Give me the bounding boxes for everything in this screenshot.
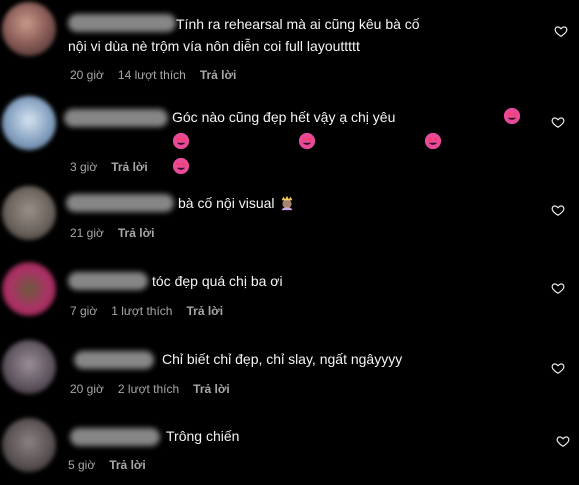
comment-time: 5 giờ <box>68 458 96 472</box>
username-redacted[interactable] <box>68 272 148 290</box>
comment-text-body: bà cố nội visual <box>178 195 275 211</box>
comment-text: tóc đẹp quá chị ba ơi <box>152 273 283 289</box>
heart-icon[interactable] <box>551 361 565 375</box>
comment-text: Trông chiến <box>166 428 240 444</box>
avatar[interactable] <box>2 96 56 150</box>
username-redacted[interactable] <box>70 428 160 446</box>
comment-text: bà cố nội visual <box>178 192 296 217</box>
like-count[interactable]: 1 lượt thích <box>111 304 172 318</box>
avatar[interactable] <box>2 418 56 472</box>
avatar[interactable] <box>2 340 56 394</box>
reply-button[interactable]: Trả lời <box>186 304 223 318</box>
heart-icon[interactable] <box>556 434 570 448</box>
comment-meta: 20 giờ 14 lượt thích Trả lời <box>70 68 250 82</box>
username-redacted[interactable] <box>66 194 174 212</box>
comment-meta: 3 giờ Trả lời <box>70 160 162 174</box>
heart-icon[interactable] <box>551 203 565 217</box>
username-redacted[interactable] <box>74 351 154 369</box>
reply-button[interactable]: Trả lời <box>111 160 148 174</box>
reply-button[interactable]: Trả lời <box>118 226 155 240</box>
comment-meta: 5 giờ Trả lời <box>68 458 160 472</box>
avatar[interactable] <box>2 262 56 316</box>
reply-button[interactable]: Trả lời <box>109 458 146 472</box>
heart-icon[interactable] <box>551 281 565 295</box>
heart-icon[interactable] <box>551 115 565 129</box>
comment-time: 21 giờ <box>70 226 104 240</box>
heart-eyes-emoji <box>68 132 190 156</box>
comment-meta: 21 giờ Trả lời <box>70 226 168 240</box>
reply-button[interactable]: Trả lời <box>193 382 230 396</box>
like-count[interactable]: 14 lượt thích <box>118 68 186 82</box>
comment-time: 20 giờ <box>70 68 104 82</box>
comment-text-body: Góc nào cũng đẹp hết vậy ạ chị yêu <box>172 109 396 125</box>
woman-crown-emoji <box>278 193 296 217</box>
avatar[interactable] <box>2 2 56 56</box>
comment-time: 20 giờ <box>70 382 104 396</box>
comment-text: Chỉ biết chỉ đẹp, chỉ slay, ngất ngâyyyy <box>162 351 403 367</box>
avatar[interactable] <box>2 186 56 240</box>
comment-meta: 20 giờ 2 lượt thích Trả lời <box>70 382 244 396</box>
heart-eyes-emoji <box>320 132 442 156</box>
heart-icon[interactable] <box>554 24 568 38</box>
comment-time: 3 giờ <box>70 160 98 174</box>
reply-button[interactable]: Trả lời <box>200 68 237 82</box>
comment-text: Tính ra rehearsal mà ai cũng kêu bà cố n… <box>68 16 424 54</box>
comment-time: 7 giờ <box>70 304 98 318</box>
heart-eyes-emoji <box>194 132 316 156</box>
comment-meta: 7 giờ 1 lượt thích Trả lời <box>70 304 237 318</box>
heart-eyes-emoji <box>399 107 521 131</box>
like-count[interactable]: 2 lượt thích <box>118 382 179 396</box>
